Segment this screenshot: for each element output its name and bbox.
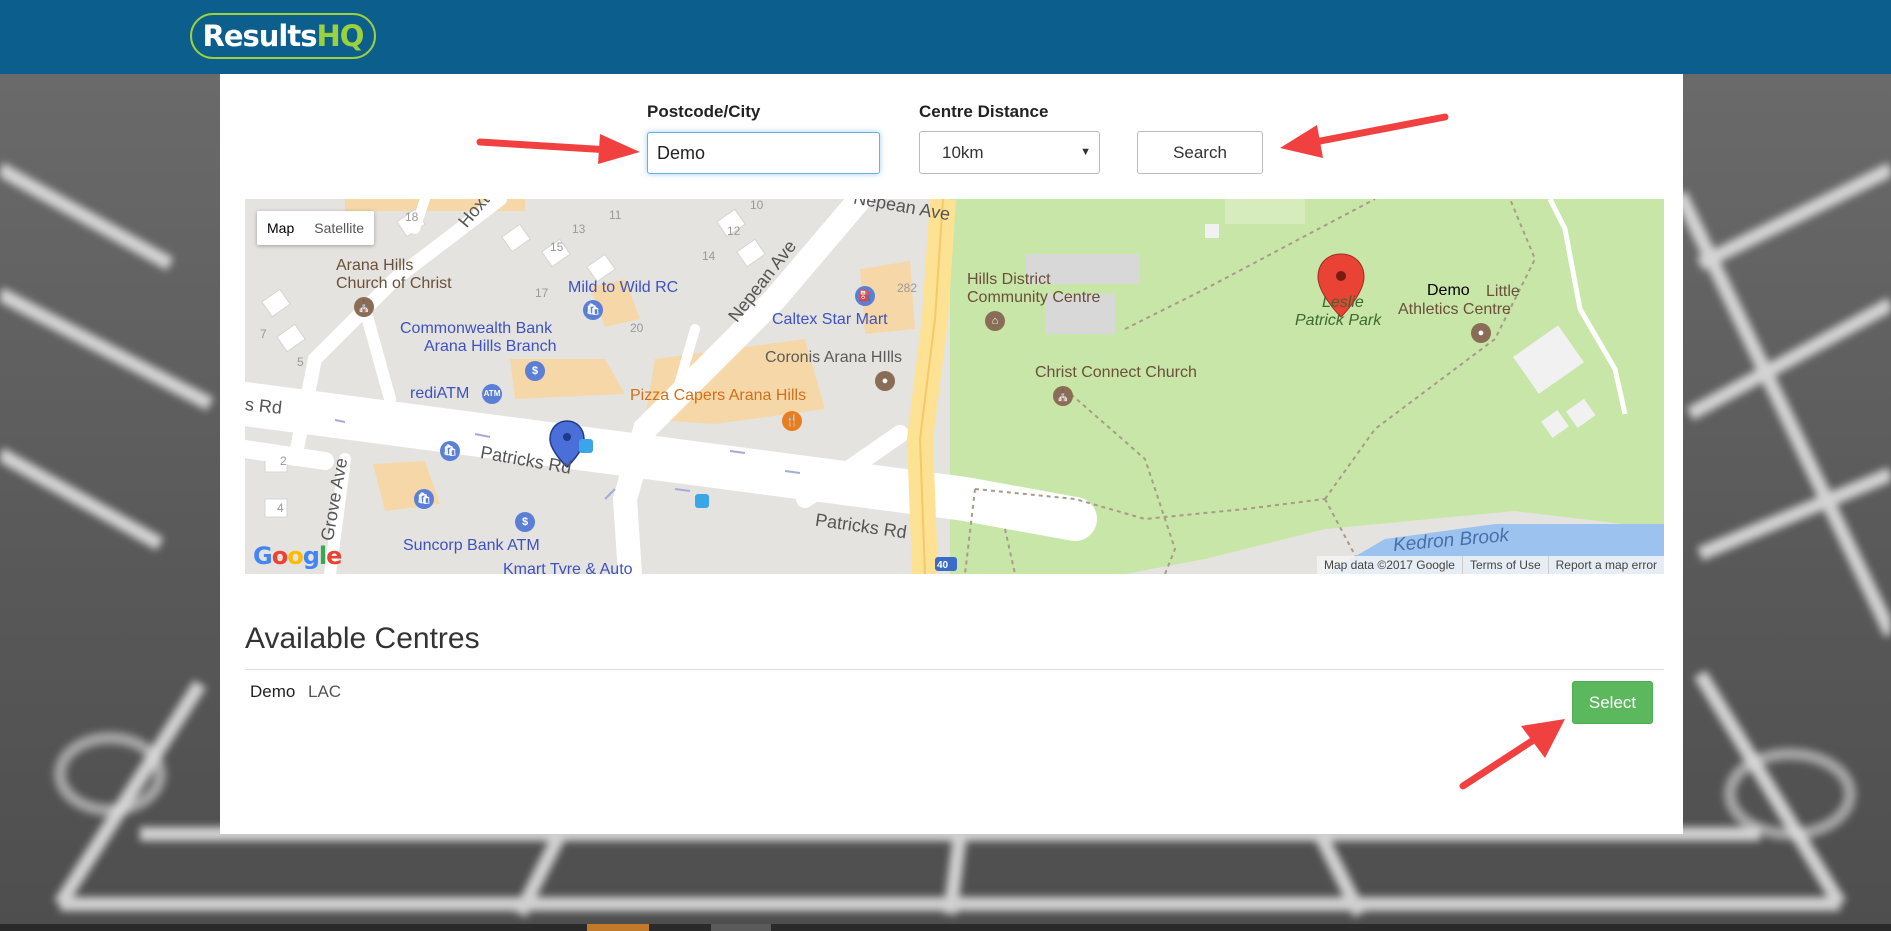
shop-icon: 🛍 [414, 489, 434, 509]
google-letter: g [302, 542, 320, 570]
place-label: Suncorp Bank ATM [403, 537, 540, 554]
place-label: Patrick Park [1295, 312, 1382, 329]
house-number: 14 [702, 249, 716, 263]
place-label: Church of Christ [336, 275, 452, 292]
house-number: 7 [260, 327, 267, 341]
distance-select[interactable]: 10km ▼ [919, 131, 1100, 174]
google-letter: o [287, 542, 303, 570]
annotation-arrow-icon [476, 134, 640, 164]
house-number: 15 [550, 240, 564, 254]
community-centre-icon: ⌂ [985, 311, 1005, 331]
atm-icon: ATM [482, 384, 502, 404]
search-button[interactable]: Search [1137, 131, 1263, 174]
available-centres-heading: Available Centres [245, 622, 480, 655]
place-label: Kmart Tyre & Auto [503, 561, 633, 574]
place-label: Coronis Arana HIlls [765, 349, 902, 366]
map-view[interactable]: Map Satellite 18 13 11 10 15 12 14 17 28… [245, 199, 1664, 574]
google-letter: e [326, 542, 342, 570]
annotation-arrow-icon [1459, 719, 1565, 790]
house-number: 20 [630, 321, 644, 335]
google-letter: o [271, 542, 288, 570]
map-data-credit: Map data ©2017 Google [1324, 558, 1455, 572]
distance-select-value: 10km [942, 143, 984, 162]
house-number: 13 [572, 222, 586, 236]
terms-of-use-link[interactable]: Terms of Use [1461, 556, 1548, 574]
top-navbar: Results HQ [0, 0, 1891, 74]
house-number: 5 [297, 355, 304, 369]
google-logo[interactable]: Google [253, 542, 342, 570]
logo-text-hq: HQ [316, 19, 365, 53]
place-label: Leslie [1322, 294, 1364, 311]
house-number: 12 [727, 224, 741, 238]
place-label: Athletics Centre [1398, 301, 1511, 318]
place-label: Mild to Wild RC [568, 279, 679, 296]
restaurant-icon: 🍴 [782, 411, 802, 431]
map-type-map[interactable]: Map [257, 211, 304, 245]
map-credits: Map data ©2017 Google Terms of Use Repor… [1317, 556, 1664, 574]
logo-text-results: Results [202, 19, 318, 53]
bank-icon: $ [525, 361, 545, 381]
map-type-control[interactable]: Map Satellite [257, 211, 375, 245]
place-label: Hills District [967, 271, 1051, 288]
house-number: 282 [897, 281, 918, 295]
annotation-arrow-icon [1280, 113, 1449, 158]
main-panel: Postcode/City Centre Distance 10km ▼ Sea… [220, 74, 1683, 834]
street-label: s Rd [245, 394, 283, 418]
centre-name: Demo [250, 682, 296, 701]
place-icon: ● [1471, 323, 1491, 343]
church-icon: ⛪ [1053, 386, 1073, 406]
place-icon: ● [875, 371, 895, 391]
marker-label: Demo [1427, 282, 1470, 299]
place-label: Christ Connect Church [1035, 364, 1197, 381]
report-map-error-link[interactable]: Report a map error [1547, 556, 1664, 574]
house-number: 18 [405, 210, 419, 224]
bottom-bar [0, 924, 1891, 931]
map-type-satellite[interactable]: Satellite [304, 211, 374, 245]
google-letter: G [253, 542, 273, 570]
shop-icon: 🛍 [440, 441, 460, 461]
shop-icon: 🛍 [583, 300, 603, 320]
divider [245, 669, 1664, 670]
place-label: Pizza Capers Arana Hills [630, 387, 807, 404]
house-number: 11 [609, 208, 622, 222]
place-label: Commonwealth Bank [400, 320, 553, 337]
distance-label: Centre Distance [919, 102, 1049, 121]
place-label: rediATM [410, 385, 470, 402]
bank-icon: $ [515, 512, 535, 532]
house-number: 17 [535, 286, 549, 300]
place-label: Community Centre [967, 289, 1101, 306]
fuel-icon: ⛽ [855, 286, 875, 306]
select-centre-button[interactable]: Select [1572, 681, 1653, 724]
place-label: Little [1486, 283, 1520, 300]
house-number: 4 [277, 501, 284, 515]
house-number: 2 [280, 454, 287, 468]
place-label: Arana Hills [336, 257, 414, 274]
postcode-label: Postcode/City [647, 102, 761, 121]
centre-code: LAC [308, 682, 342, 701]
resultshq-logo[interactable]: Results HQ [190, 13, 376, 59]
place-label: Arana Hills Branch [424, 338, 557, 355]
house-number: 10 [750, 199, 764, 212]
place-label: Caltex Star Mart [772, 311, 888, 328]
postcode-input[interactable] [647, 132, 880, 174]
chevron-down-icon: ▼ [1080, 146, 1091, 158]
route-shield: 40 [937, 560, 949, 571]
church-icon: ⛪ [354, 297, 374, 317]
